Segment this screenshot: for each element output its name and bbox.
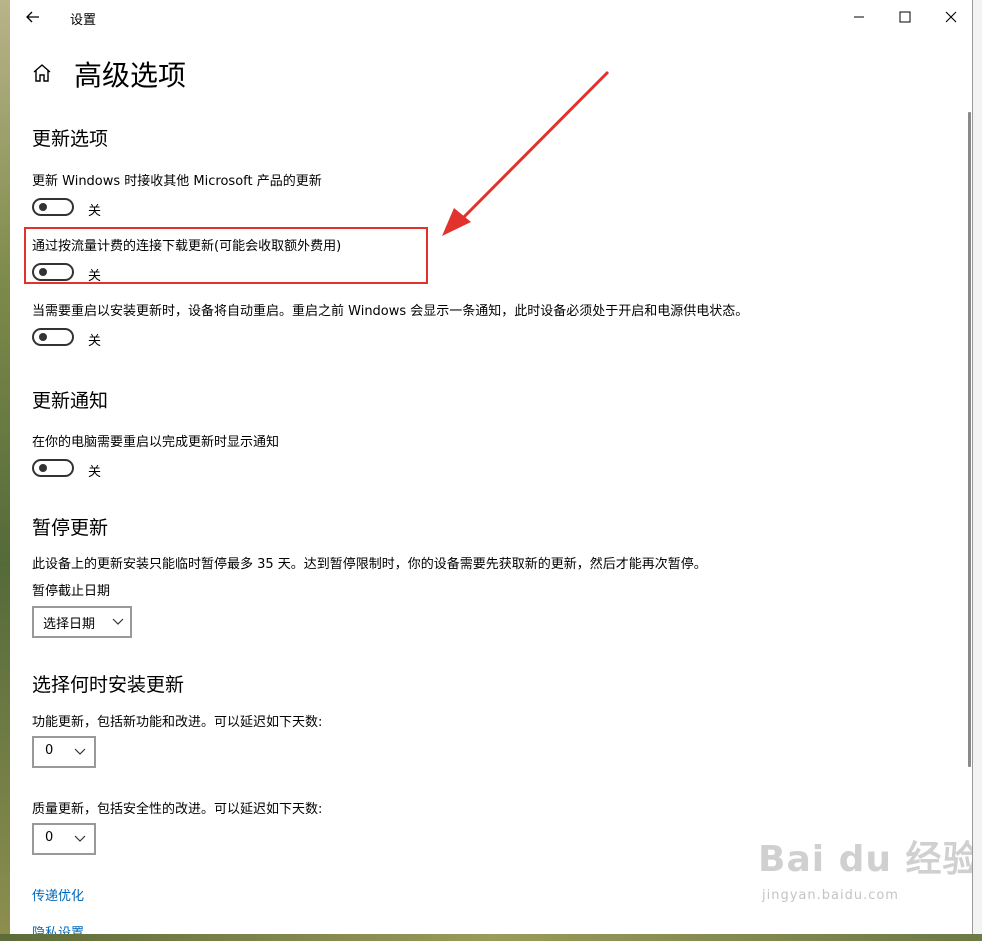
quality-update-defer-select[interactable]: 0 <box>32 823 96 855</box>
toggle-knob <box>39 203 47 211</box>
chevron-down-icon <box>74 748 86 755</box>
other-products-label: 更新 Windows 时接收其他 Microsoft 产品的更新 <box>32 174 322 189</box>
quality-update-label: 质量更新，包括安全性的改进。可以延迟如下天数: <box>32 802 323 817</box>
section-heading-update-notifications: 更新通知 <box>32 390 109 412</box>
auto-restart-toggle[interactable] <box>32 328 74 346</box>
section-heading-pause-updates: 暂停更新 <box>32 517 109 539</box>
auto-restart-label: 当需要重启以安装更新时，设备将自动重启。重启之前 Windows 会显示一条通知… <box>32 304 749 319</box>
close-icon <box>945 11 957 23</box>
feature-update-label: 功能更新，包括新功能和改进。可以延迟如下天数: <box>32 715 323 730</box>
metered-connection-label: 通过按流量计费的连接下载更新(可能会收取额外费用) <box>32 239 342 254</box>
quality-update-defer-value: 0 <box>45 830 54 845</box>
metered-connection-toggle[interactable] <box>32 263 74 281</box>
back-button[interactable] <box>22 6 44 28</box>
delivery-optimization-link[interactable]: 传递优化 <box>32 885 84 904</box>
home-icon <box>33 64 51 82</box>
background-window-edge <box>972 0 982 941</box>
restart-notification-state: 关 <box>88 465 102 480</box>
window-title: 设置 <box>70 13 97 28</box>
desktop-background-bottom <box>0 934 982 941</box>
toggle-knob <box>39 464 47 472</box>
settings-window: 设置 高级选项 更新选项 更新 Windows 时接收其他 Microsoft … <box>10 0 973 934</box>
privacy-settings-link[interactable]: 隐私设置 <box>32 922 84 934</box>
maximize-icon <box>899 11 911 23</box>
watermark-logo: Bai du 经验 <box>758 839 973 880</box>
metered-connection-state: 关 <box>88 269 102 284</box>
scrollbar[interactable] <box>968 112 971 767</box>
pause-description: 此设备上的更新安装只能临时暂停最多 35 天。达到暂停限制时，你的设备需要先获取… <box>32 557 707 572</box>
restart-notification-toggle[interactable] <box>32 459 74 477</box>
pause-date-select[interactable]: 选择日期 <box>32 606 132 638</box>
back-arrow-icon <box>26 11 39 23</box>
toggle-knob <box>39 268 47 276</box>
chevron-down-icon <box>74 835 86 842</box>
watermark-url: jingyan.baidu.com <box>762 888 899 903</box>
other-products-toggle[interactable] <box>32 198 74 216</box>
section-heading-update-options: 更新选项 <box>32 128 109 150</box>
baidu-watermark: Bai du 经验 jingyan.baidu.com <box>758 830 972 920</box>
minimize-icon <box>854 16 864 18</box>
auto-restart-state: 关 <box>88 334 102 349</box>
toggle-knob <box>39 333 47 341</box>
desktop-background <box>0 0 10 941</box>
other-products-state: 关 <box>88 204 102 219</box>
title-bar: 设置 <box>10 0 972 34</box>
close-button[interactable] <box>928 5 972 29</box>
restart-notification-label: 在你的电脑需要重启以完成更新时显示通知 <box>32 435 280 450</box>
feature-update-defer-value: 0 <box>45 743 54 758</box>
home-button[interactable] <box>32 62 52 84</box>
feature-update-defer-select[interactable]: 0 <box>32 736 96 768</box>
page-title: 高级选项 <box>74 59 187 92</box>
chevron-down-icon <box>112 618 124 625</box>
section-heading-install-timing: 选择何时安装更新 <box>32 674 185 696</box>
pause-date-select-value: 选择日期 <box>43 617 96 632</box>
annotation-arrow <box>442 70 610 236</box>
pause-deadline-label: 暂停截止日期 <box>32 584 111 599</box>
maximize-button[interactable] <box>882 5 928 29</box>
minimize-button[interactable] <box>836 5 882 29</box>
